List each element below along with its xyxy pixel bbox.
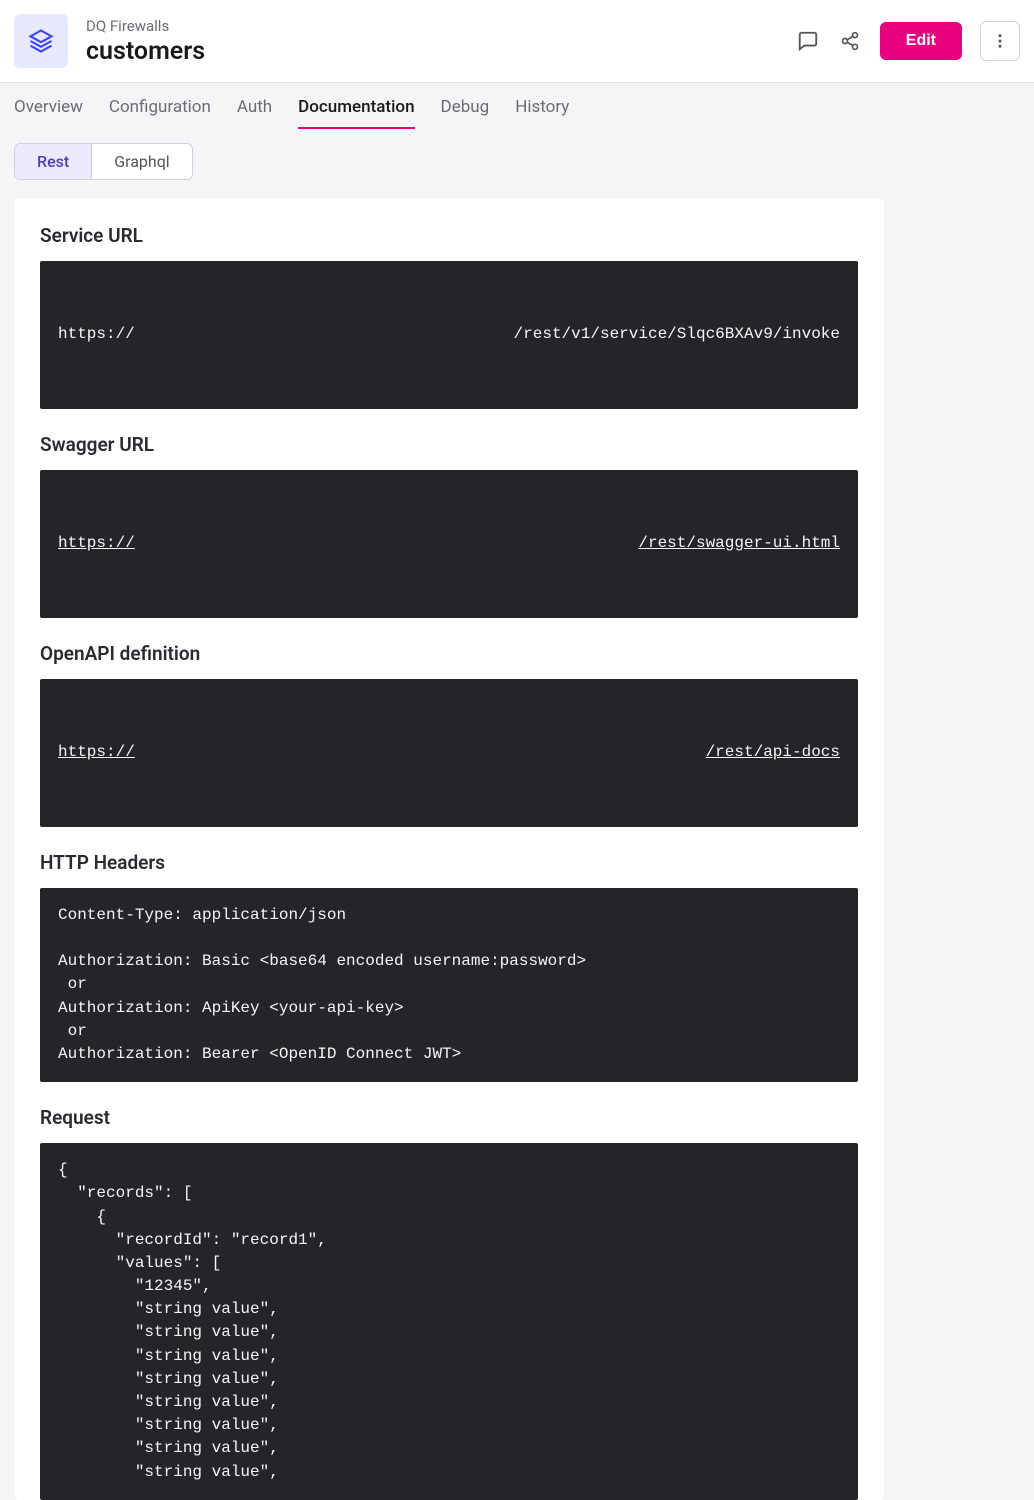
- share-icon[interactable]: [838, 29, 862, 53]
- tab-auth[interactable]: Auth: [237, 97, 272, 129]
- openapi-url-path[interactable]: /rest/api-docs: [706, 741, 840, 764]
- comment-icon[interactable]: [796, 29, 820, 53]
- openapi-url-prefix[interactable]: https://: [58, 741, 135, 764]
- heading-request: Request: [40, 1106, 858, 1129]
- service-logo: [14, 14, 68, 68]
- more-menu-button[interactable]: [980, 21, 1020, 61]
- code-openapi: https:// /rest/api-docs: [40, 679, 858, 827]
- heading-service-url: Service URL: [40, 224, 858, 247]
- heading-openapi: OpenAPI definition: [40, 642, 858, 665]
- title-block: DQ Firewalls customers: [86, 17, 796, 66]
- code-swagger-url: https:// /rest/swagger-ui.html: [40, 470, 858, 618]
- page-header: DQ Firewalls customers Edit: [0, 0, 1034, 83]
- edit-button[interactable]: Edit: [880, 22, 962, 60]
- tab-overview[interactable]: Overview: [14, 97, 83, 129]
- doc-format-toggle: Rest Graphql: [14, 143, 193, 180]
- header-actions: Edit: [796, 21, 1020, 61]
- heading-http-headers: HTTP Headers: [40, 851, 858, 874]
- code-http-headers: Content-Type: application/json Authoriza…: [40, 888, 858, 1082]
- tab-configuration[interactable]: Configuration: [109, 97, 211, 129]
- service-url-path: /rest/v1/service/Slqc6BXAv9/invoke: [514, 323, 840, 346]
- page-title: customers: [86, 37, 796, 66]
- subtab-rest[interactable]: Rest: [15, 144, 91, 179]
- breadcrumb[interactable]: DQ Firewalls: [86, 17, 796, 35]
- layers-icon: [27, 27, 55, 55]
- tab-documentation[interactable]: Documentation: [298, 97, 414, 129]
- documentation-card: Service URL https:// /rest/v1/service/Sl…: [14, 198, 884, 1500]
- swagger-url-path[interactable]: /rest/swagger-ui.html: [638, 532, 840, 555]
- heading-swagger-url: Swagger URL: [40, 433, 858, 456]
- subtab-graphql[interactable]: Graphql: [91, 144, 192, 179]
- tab-debug[interactable]: Debug: [441, 97, 490, 129]
- primary-tabs: Overview Configuration Auth Documentatio…: [0, 83, 1034, 129]
- code-service-url: https:// /rest/v1/service/Slqc6BXAv9/inv…: [40, 261, 858, 409]
- service-url-prefix: https://: [58, 323, 135, 346]
- tab-history[interactable]: History: [515, 97, 569, 129]
- more-vertical-icon: [991, 32, 1009, 50]
- swagger-url-prefix[interactable]: https://: [58, 532, 135, 555]
